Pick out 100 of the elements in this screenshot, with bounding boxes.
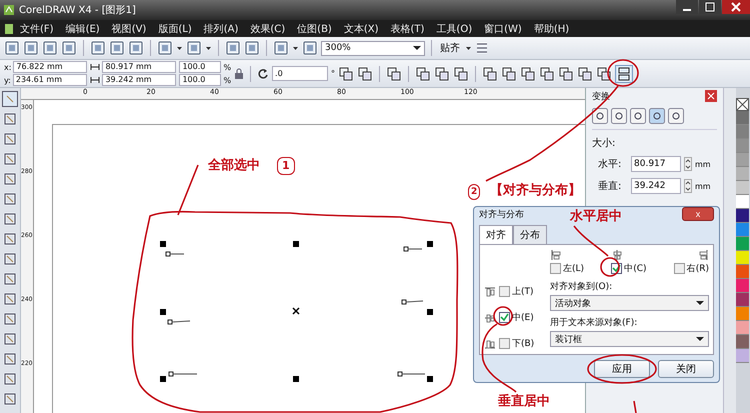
color-swatch[interactable] [736,265,749,279]
y-position-field[interactable]: 234.61 mm [12,74,87,86]
height-field[interactable]: 39.242 mm [102,74,176,86]
menu-item[interactable]: 排列(A) [198,22,244,36]
menu-item[interactable]: 视图(V) [106,22,152,36]
minimize-icon[interactable] [676,0,698,14]
annotation-label: 全部选中 [208,159,260,173]
annotation-label: 垂直居中 [498,395,550,409]
field-label: y: [4,76,11,84]
color-swatch[interactable] [736,349,749,363]
field-label: 水平: [598,158,622,171]
menu-item[interactable]: 位图(B) [291,22,338,36]
dropdown[interactable]: 装订框 [550,331,709,347]
color-swatch[interactable] [736,111,749,125]
unit-label: mm [695,160,711,168]
document-icon [4,22,14,34]
checkbox-label: 中(E) [512,312,534,324]
checkbox[interactable] [499,286,510,297]
align-bottom-icon [484,338,496,350]
menu-item[interactable]: 帮助(H) [528,22,576,36]
menu-item[interactable]: 文件(F) [14,22,60,36]
menu-item[interactable]: 窗口(W) [478,22,528,36]
checkbox-label: 右(R) [686,262,709,275]
circle-mark [587,354,657,384]
color-swatch[interactable] [736,167,749,181]
align-distribute-icon[interactable] [615,64,634,82]
scale-field[interactable]: 100.0 [179,74,222,86]
color-swatch[interactable] [736,153,749,167]
circled-number: 1 [277,157,295,175]
width-icon [90,62,100,72]
color-swatch[interactable] [736,181,749,195]
menu-item[interactable]: 工具(O) [430,22,478,36]
percent-label: % [223,76,232,84]
menu-item[interactable]: 编辑(E) [60,22,106,36]
align-left-icon [550,249,562,261]
leader-line [177,164,199,216]
color-swatch[interactable] [736,223,749,237]
annotation-label: 水平居中 [570,210,622,224]
checkbox[interactable] [499,338,510,349]
dialog-button[interactable]: 应用 [594,360,650,378]
snap-button[interactable]: 贴齐 [438,41,462,55]
dropdown-icon[interactable] [696,299,704,307]
dialog-title: 对齐与分布 [479,208,524,220]
app-icon [3,4,15,16]
rotation-field[interactable]: .0 [272,66,328,81]
close-button[interactable]: x [682,207,714,221]
checkbox[interactable] [550,263,561,274]
menu-item[interactable]: 效果(C) [244,22,292,36]
options-icon[interactable] [475,41,489,55]
width-field[interactable]: 80.917 mm [102,61,176,73]
circle-mark [600,257,620,277]
x-position-field[interactable]: 76.822 mm [13,61,88,73]
menu-item[interactable]: 版面(L) [152,22,198,36]
height-icon [90,75,100,85]
close-icon[interactable] [705,90,717,102]
percent-label: % [223,62,232,72]
align-middle-icon [484,312,496,324]
dropdown[interactable]: 活动对象 [550,295,709,311]
scale-field[interactable]: 100.0 [179,61,222,73]
align-center-icon [611,249,624,261]
color-swatch[interactable] [736,209,749,223]
no-color-icon[interactable] [736,98,749,111]
color-swatch[interactable] [736,125,749,139]
color-swatch[interactable] [736,307,749,321]
tab[interactable]: 对齐 [479,225,513,244]
field-label: 用于文本来源对象(F): [550,316,638,329]
dropdown-icon[interactable] [696,335,704,343]
annotation-label: 【对齐与分布】 [490,184,581,198]
color-swatch[interactable] [736,237,749,251]
field-label: 对齐对象到(O): [550,280,614,293]
color-swatch[interactable] [736,335,749,349]
checkbox-label: 中(C) [624,262,647,275]
size-field[interactable]: 80.917 [631,156,681,172]
checkbox[interactable] [499,312,510,323]
circle-mark [493,306,513,326]
color-swatch[interactable] [736,195,749,209]
spinner-icon[interactable] [684,179,692,193]
checkbox-label: 左(L) [563,262,584,275]
zoom-dropdown[interactable]: 300% [321,40,425,56]
color-swatch[interactable] [736,293,749,307]
menu-item[interactable]: 表格(T) [384,22,430,36]
lock-icon[interactable] [234,68,244,80]
tab[interactable]: 分布 [513,225,547,244]
close-icon[interactable] [722,0,750,14]
circle-mark [607,59,639,87]
align-right-icon [696,249,709,261]
color-swatch[interactable] [736,251,749,265]
maximize-icon[interactable] [699,0,721,14]
dropdown-icon[interactable] [413,44,421,52]
color-swatch[interactable] [736,139,749,153]
color-swatch[interactable] [736,279,749,293]
align-top-icon [484,286,496,298]
spinner-icon[interactable] [684,157,692,171]
color-swatch[interactable] [736,321,749,335]
size-field[interactable]: 39.242 [631,178,681,194]
checkbox-label: 下(B) [512,338,534,350]
unit-label: mm [695,182,711,190]
menu-item[interactable]: 文本(X) [338,22,384,36]
checkbox[interactable] [674,263,685,274]
dialog-button[interactable]: 关闭 [658,360,714,378]
